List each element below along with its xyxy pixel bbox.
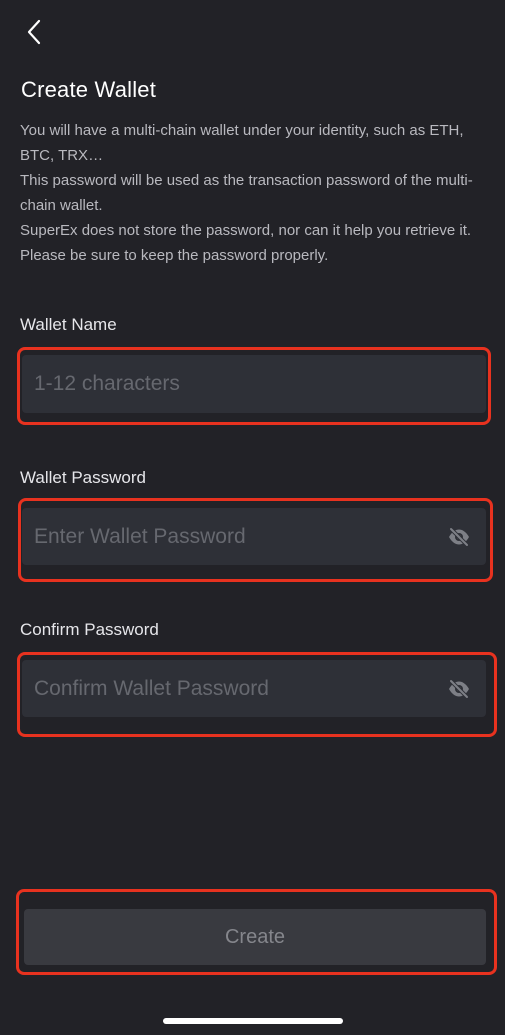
wallet-name-field[interactable]	[22, 355, 486, 413]
home-indicator	[163, 1018, 343, 1024]
page-title: Create Wallet	[21, 77, 157, 102]
wallet-name-label: Wallet Name	[20, 315, 117, 334]
chevron-left-icon	[27, 19, 41, 45]
description: You will have a multi-chain wallet under…	[20, 118, 490, 268]
description-line-3: SuperEx does not store the password, nor…	[20, 222, 472, 264]
back-button[interactable]	[18, 16, 50, 48]
wallet-password-label: Wallet Password	[20, 468, 146, 487]
wallet-name-input[interactable]	[34, 372, 474, 396]
wallet-password-field[interactable]	[22, 508, 486, 565]
description-line-1: You will have a multi-chain wallet under…	[20, 122, 464, 164]
eye-slash-icon[interactable]	[446, 524, 472, 550]
confirm-password-label: Confirm Password	[20, 620, 159, 639]
confirm-password-input[interactable]	[34, 676, 446, 701]
confirm-password-field[interactable]	[22, 660, 486, 717]
create-button[interactable]: Create	[24, 909, 486, 965]
eye-slash-icon[interactable]	[446, 676, 472, 702]
wallet-password-input[interactable]	[34, 524, 446, 549]
create-wallet-screen: Create Wallet You will have a multi-chai…	[0, 0, 505, 1035]
description-line-2: This password will be used as the transa…	[20, 172, 473, 214]
